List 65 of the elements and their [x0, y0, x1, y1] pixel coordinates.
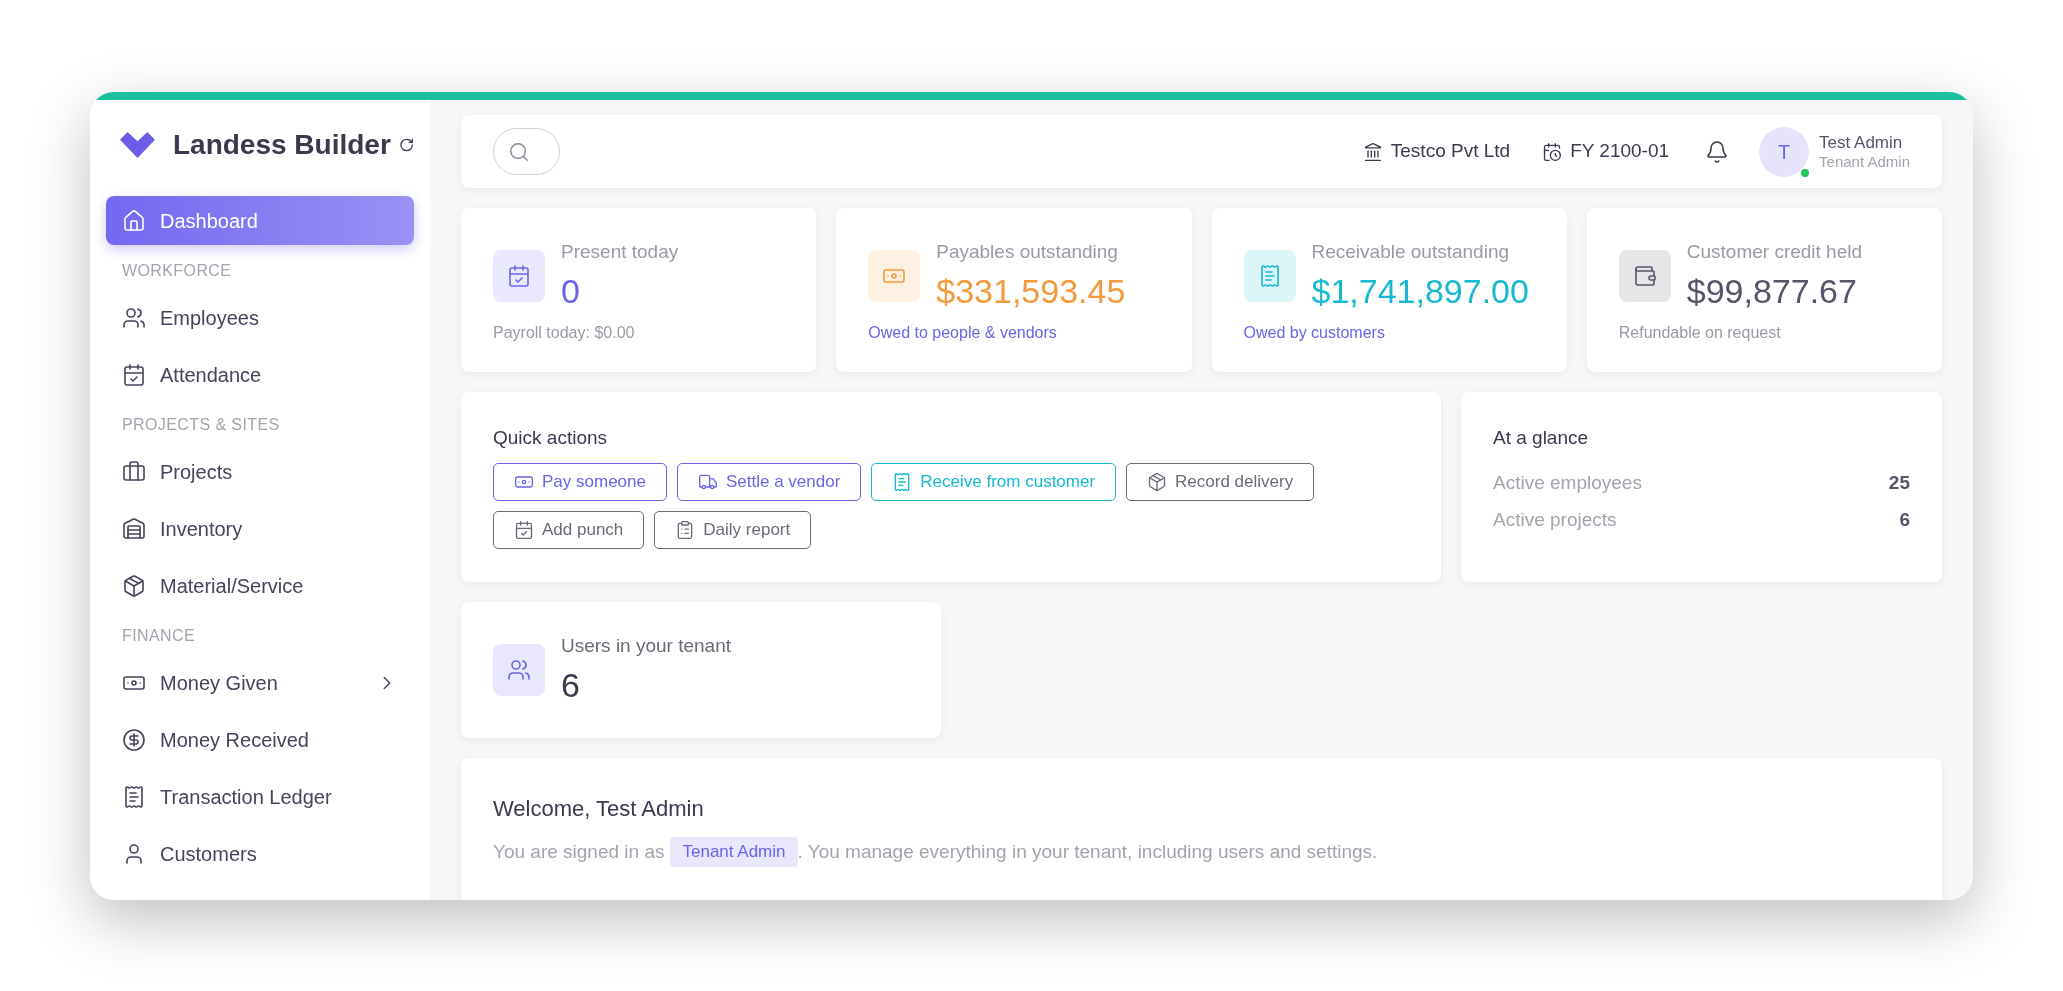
warehouse-icon	[122, 516, 146, 541]
nav-item[interactable]: Money Given	[106, 658, 414, 707]
nav-item[interactable]: Projects	[106, 447, 414, 496]
nav-item[interactable]: Employees	[106, 293, 414, 342]
quick-action-button[interactable]: Daily report	[654, 510, 812, 549]
stat-label: Present today	[561, 240, 679, 264]
nav-item[interactable]: Attendance	[106, 350, 414, 399]
nav-item[interactable]: Customers	[106, 829, 414, 878]
welcome-title: Welcome, Test Admin	[493, 795, 705, 823]
wallet-icon	[1632, 264, 1657, 288]
stat-label: Receivable outstanding	[1311, 240, 1511, 264]
dollar-circle-icon	[122, 727, 146, 752]
stat-link[interactable]: Owed by customers	[1243, 320, 1535, 345]
quick-action-button[interactable]: Settle a vendor	[676, 462, 862, 501]
quick-action-button[interactable]: Add punch	[493, 510, 645, 549]
notifications-icon[interactable]	[1705, 139, 1730, 164]
bank-icon	[1362, 141, 1383, 162]
glance-value: 25	[1888, 470, 1910, 495]
receipt-icon	[122, 784, 146, 809]
stat-value: 0	[561, 270, 581, 312]
stat-note: Payroll today: $0.00	[493, 322, 636, 343]
package-icon	[122, 573, 146, 598]
section-heading: PROJECTS & SITES	[121, 415, 281, 435]
glance-value: 6	[1899, 507, 1910, 532]
calendar-clock-icon	[1542, 141, 1563, 162]
section-heading: WORKFORCE	[121, 261, 233, 281]
welcome-text: . You manage everything in your tenant, including users and settings.	[797, 839, 1378, 864]
stat-value: 6	[561, 664, 581, 706]
user-name: Test Admin	[1819, 131, 1904, 153]
app-title: Landess Builder	[172, 128, 391, 162]
stat-value: $331,593.45	[936, 270, 1126, 312]
quick-action-button[interactable]: Record delivery	[1126, 462, 1315, 501]
company-selector[interactable]: Testco Pvt Ltd	[1362, 137, 1511, 166]
package-icon	[1147, 471, 1168, 492]
users-icon	[122, 305, 146, 330]
briefcase-icon	[122, 459, 146, 484]
stat-value: $99,877.67	[1686, 270, 1858, 312]
nav-item[interactable]: Transaction Ledger	[106, 772, 414, 821]
calendar-check-icon	[507, 264, 531, 288]
home-icon	[122, 208, 146, 233]
welcome-text: You are signed in as	[493, 839, 665, 864]
fiscal-year-selector[interactable]: FY 2100-01	[1542, 137, 1670, 166]
nav-item[interactable]: Material/Service	[106, 561, 414, 610]
glance-label: Active projects	[1493, 507, 1617, 532]
calendar-check-icon	[514, 519, 534, 540]
card-title: At a glance	[1493, 426, 1590, 450]
quick-action-button[interactable]: Pay someone	[493, 462, 667, 501]
calendar-check-icon	[122, 362, 146, 387]
users-icon	[507, 658, 531, 682]
user-role: Tenant Admin	[1819, 152, 1910, 172]
stat-label: Customer credit held	[1686, 240, 1863, 264]
search-icon	[508, 140, 530, 163]
card-title: Quick actions	[493, 426, 609, 450]
stat-link[interactable]: Owed to people & vendors	[868, 320, 1160, 345]
stat-label: Payables outstanding	[936, 240, 1119, 264]
section-heading: FINANCE	[121, 626, 197, 646]
role-badge: Tenant Admin	[670, 837, 798, 867]
user-avatar[interactable]: T	[1759, 126, 1810, 177]
nav-item[interactable]: Dashboard	[106, 196, 414, 245]
nav-item[interactable]: Money Received	[106, 715, 414, 764]
stat-label: Users in your tenant	[561, 634, 732, 658]
glance-label: Active employees	[1493, 470, 1642, 495]
stat-value: $1,741,897.00	[1311, 270, 1529, 312]
stat-note: Refundable on request	[1618, 322, 1782, 343]
nav-item[interactable]: Inventory	[106, 504, 414, 553]
